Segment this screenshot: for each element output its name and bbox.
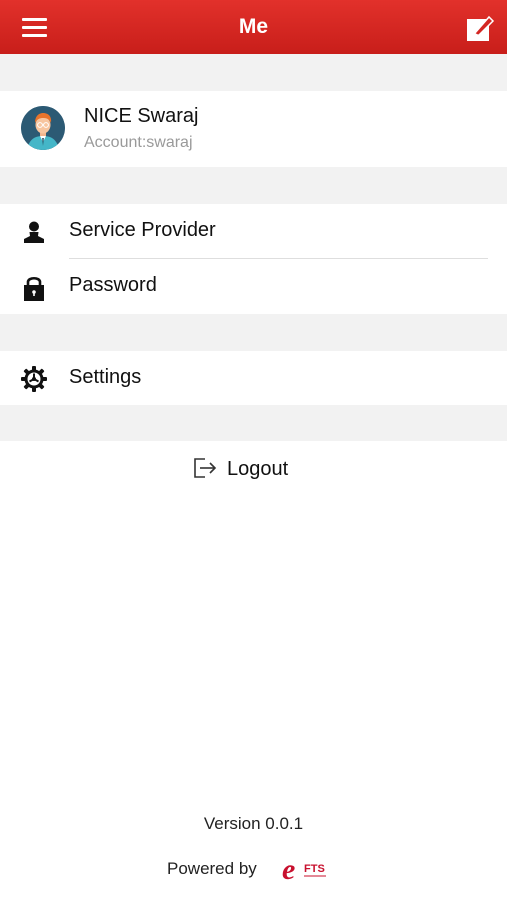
fts-logo: e FTS (282, 853, 326, 885)
avatar-icon (21, 106, 65, 150)
profile-account: Account:swaraj (84, 134, 193, 151)
person-icon (24, 221, 44, 243)
settings-group: Settings (0, 351, 507, 405)
section-spacer (0, 405, 507, 441)
lock-icon (24, 276, 44, 301)
section-spacer (0, 54, 507, 91)
edit-icon (467, 15, 495, 41)
password-label: Password (69, 274, 157, 296)
fts-logo-letter: e (282, 853, 295, 885)
settings-label: Settings (69, 366, 142, 388)
logout-button[interactable]: Logout (0, 441, 507, 497)
logout-label: Logout (227, 458, 289, 480)
section-spacer (0, 314, 507, 351)
edit-button[interactable] (465, 13, 495, 43)
fts-logo-text: FTS (304, 863, 325, 875)
app-header: Me (0, 0, 507, 54)
gear-icon (21, 366, 47, 392)
account-settings-group: Service Provider Password (0, 204, 507, 314)
section-spacer (0, 167, 507, 204)
service-provider-item[interactable]: Service Provider (0, 204, 507, 259)
settings-item[interactable]: Settings (0, 351, 507, 406)
service-provider-label: Service Provider (69, 219, 216, 241)
profile-name: NICE Swaraj (84, 105, 199, 127)
avatar (21, 106, 65, 150)
logout-icon (194, 458, 217, 478)
powered-by-text: Powered by (167, 859, 257, 878)
version-text: Version 0.0.1 (203, 814, 304, 833)
password-item[interactable]: Password (0, 259, 507, 314)
page-title: Me (238, 15, 269, 38)
profile-card[interactable]: NICE Swaraj Account:swaraj (0, 91, 507, 167)
